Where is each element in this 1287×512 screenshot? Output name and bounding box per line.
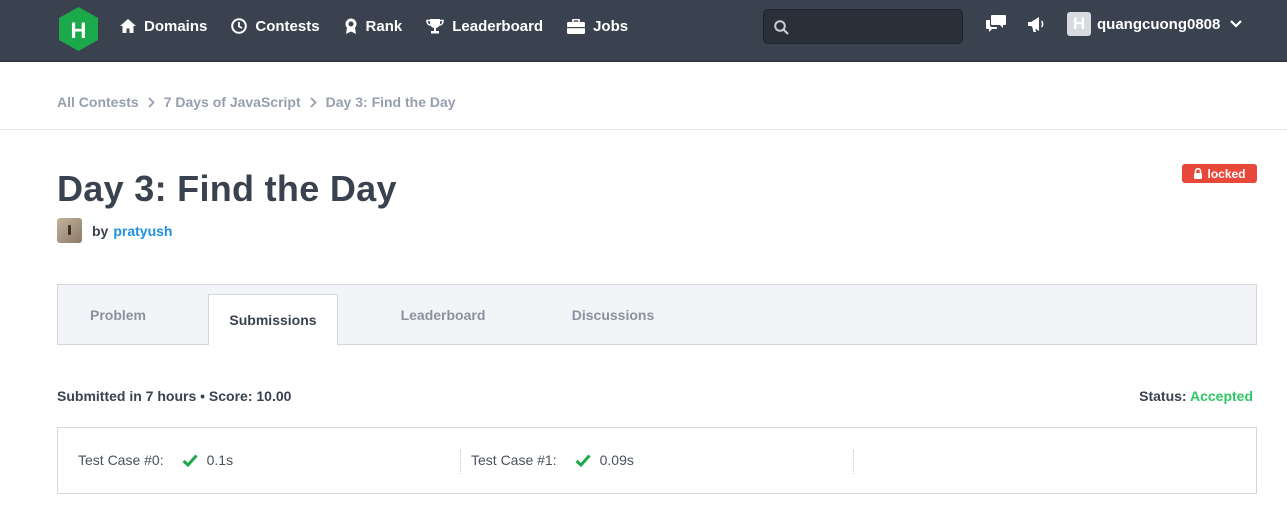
challenge-author: by pratyush	[57, 218, 172, 243]
tab-problem[interactable]: Problem	[58, 285, 178, 345]
nav-item-jobs[interactable]: Jobs	[567, 18, 628, 35]
nav-item-label: Domains	[144, 17, 208, 35]
breadcrumb-all-contests[interactable]: All Contests	[57, 94, 139, 110]
status-label: Status:	[1139, 388, 1187, 404]
chevron-right-icon	[310, 96, 317, 108]
clock-icon	[231, 18, 248, 34]
nav-item-domains[interactable]: Domains	[120, 18, 207, 35]
breadcrumb-challenge[interactable]: Day 3: Find the Day	[326, 94, 456, 110]
test-case-time: 0.1s	[206, 452, 234, 468]
svg-text:H: H	[71, 18, 87, 43]
nav-menu: Domains Contests Rank Leaderboard Jobs	[120, 0, 652, 52]
nav-item-label: Jobs	[593, 17, 629, 35]
divider	[0, 129, 1287, 130]
user-avatar: H	[1067, 12, 1091, 36]
medal-icon	[345, 18, 357, 34]
tab-discussions[interactable]: Discussions	[548, 285, 678, 345]
author-avatar[interactable]	[57, 218, 82, 243]
breadcrumb-contest[interactable]: 7 Days of JavaScript	[164, 94, 301, 110]
status-value: Accepted	[1189, 388, 1253, 404]
test-case-1[interactable]: Test Case #1: 0.09s	[471, 452, 634, 468]
submission-summary: Submitted in 7 hours • Score: 10.00	[57, 388, 292, 404]
divider	[460, 450, 461, 474]
lock-icon	[1194, 168, 1203, 179]
breadcrumb: All Contests 7 Days of JavaScript Day 3:…	[57, 94, 456, 110]
challenge-tabs: Problem Submissions Leaderboard Discussi…	[57, 284, 1257, 346]
check-icon	[575, 453, 591, 467]
test-cases-panel: Test Case #0: 0.1s Test Case #1: 0.09s	[57, 427, 1257, 494]
top-navbar: H Domains Contests Rank Leaderboard Jobs	[0, 0, 1287, 62]
briefcase-icon	[567, 18, 586, 34]
nav-item-rank[interactable]: Rank	[344, 17, 403, 35]
chevron-right-icon	[148, 96, 155, 108]
username: quangcuong0808	[1097, 15, 1221, 33]
notifications-megaphone-icon[interactable]	[1027, 15, 1046, 38]
nav-item-label: Contests	[255, 17, 320, 35]
nav-item-leaderboard[interactable]: Leaderboard	[426, 18, 543, 35]
nav-item-label: Leaderboard	[452, 17, 544, 35]
page-title: Day 3: Find the Day	[57, 168, 397, 209]
divider	[853, 450, 854, 474]
tab-submissions[interactable]: Submissions	[208, 294, 338, 346]
user-menu[interactable]: H quangcuong0808	[1067, 12, 1243, 36]
test-case-label: Test Case #0:	[78, 452, 164, 468]
hackerrank-logo[interactable]: H	[57, 6, 100, 52]
test-case-0[interactable]: Test Case #0: 0.1s	[78, 452, 233, 468]
search-box[interactable]	[763, 9, 963, 44]
trophy-icon	[426, 19, 444, 34]
test-case-label: Test Case #1:	[471, 452, 557, 468]
submission-status: Status: Accepted	[1139, 388, 1253, 404]
messages-icon[interactable]	[986, 15, 1006, 38]
search-icon	[774, 20, 789, 35]
home-icon	[120, 19, 136, 33]
locked-label: locked	[1207, 166, 1246, 181]
locked-badge: locked	[1182, 164, 1257, 183]
author-link[interactable]: pratyush	[113, 223, 172, 239]
test-case-time: 0.09s	[599, 452, 634, 468]
tab-leaderboard[interactable]: Leaderboard	[378, 285, 508, 345]
chevron-down-icon	[1230, 20, 1243, 28]
check-icon	[182, 453, 198, 467]
by-label: by	[92, 222, 109, 239]
nav-item-label: Rank	[365, 17, 403, 35]
nav-item-contests[interactable]: Contests	[231, 17, 320, 35]
